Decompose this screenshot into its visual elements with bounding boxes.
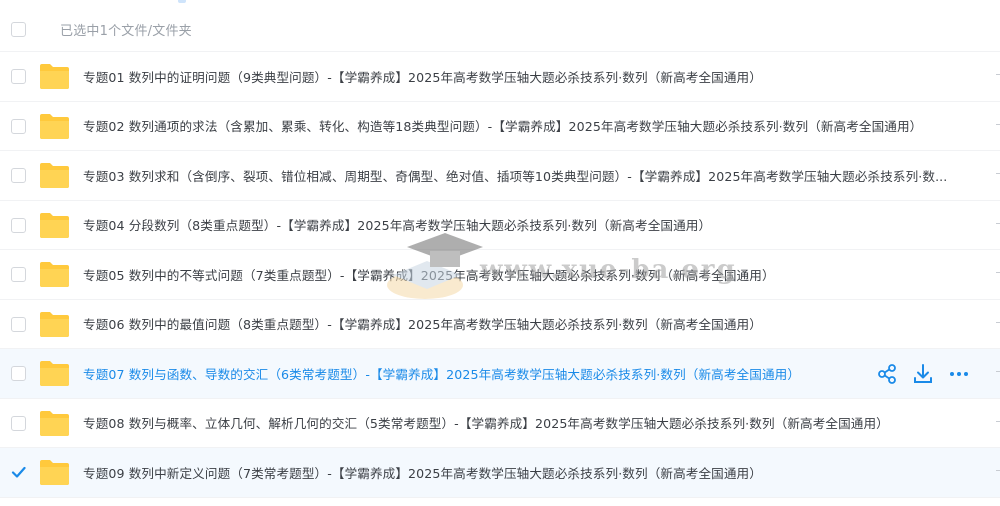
row-checkbox[interactable] (11, 316, 26, 332)
file-name[interactable]: 专题08 数列与概率、立体几何、解析几何的交汇（5类常考题型）-【学霸养成】20… (83, 413, 889, 432)
row-checkbox[interactable] (11, 366, 26, 381)
folder-icon (40, 212, 69, 238)
file-row[interactable]: 专题04 分段数列（8类重点题型）-【学霸养成】2025年高考数学压轴大题必杀技… (0, 201, 1000, 250)
file-row[interactable]: 专题07 数列与函数、导数的交汇（6类常考题型）-【学霸养成】2025年高考数学… (0, 349, 1000, 399)
file-row[interactable]: 专题06 数列中的最值问题（8类重点题型）-【学霸养成】2025年高考数学压轴大… (0, 300, 1000, 349)
file-name[interactable]: 专题03 数列求和（含倒序、裂项、错位相减、周期型、奇偶型、绝对值、插项等10类… (83, 166, 947, 185)
scrollbar-tick (996, 74, 1000, 75)
download-icon[interactable] (912, 363, 934, 385)
row-checkbox[interactable] (11, 168, 26, 183)
file-row[interactable]: 专题09 数列中新定义问题（7类常考题型）-【学霸养成】2025年高考数学压轴大… (0, 448, 1000, 498)
row-checkbox-checked[interactable] (11, 465, 26, 480)
folder-icon (40, 460, 69, 485)
more-icon[interactable] (948, 363, 970, 385)
file-name[interactable]: 专题04 分段数列（8类重点题型）-【学霸养成】2025年高考数学压轴大题必杀技… (83, 215, 711, 234)
scrollbar-tick (996, 123, 1000, 125)
selection-count-label: 已选中1个文件/文件夹 (60, 23, 192, 39)
file-name[interactable]: 专题09 数列中新定义问题（7类常考题型）-【学霸养成】2025年高考数学压轴大… (83, 463, 762, 482)
scrollbar-tick (996, 371, 1000, 372)
scrollbar-tick (996, 272, 1000, 273)
row-checkbox[interactable] (11, 217, 26, 233)
row-checkbox[interactable] (11, 415, 26, 431)
folder-icon (40, 262, 69, 287)
scrollbar-tick (996, 222, 1000, 224)
select-all-checkbox[interactable] (11, 22, 26, 37)
scrollbar-tick (996, 470, 1000, 471)
list-header: 已选中1个文件/文件夹 (0, 7, 1000, 52)
row-checkbox[interactable] (11, 118, 26, 134)
folder-icon (40, 163, 69, 188)
file-row[interactable]: 专题02 数列通项的求法（含累加、累乘、转化、构造等18类典型问题）-【学霸养成… (0, 102, 1000, 151)
file-name[interactable]: 专题06 数列中的最值问题（8类重点题型）-【学霸养成】2025年高考数学压轴大… (83, 314, 762, 333)
row-checkbox[interactable] (11, 267, 26, 282)
scrollbar-tick (996, 173, 1000, 174)
file-row[interactable]: 专题01 数列中的证明问题（9类典型问题）-【学霸养成】2025年高考数学压轴大… (0, 52, 1000, 102)
watermark-text: www.xue-ba.org (480, 255, 737, 285)
file-row[interactable]: 专题03 数列求和（含倒序、裂项、错位相减、周期型、奇偶型、绝对值、插项等10类… (0, 151, 1000, 201)
folder-icon (40, 64, 69, 89)
file-name[interactable]: 专题07 数列与函数、导数的交汇（6类常考题型）-【学霸养成】2025年高考数学… (83, 364, 800, 383)
top-strip (0, 0, 1000, 7)
scrollbar[interactable] (996, 20, 1000, 500)
scrollbar-tick (996, 420, 1000, 422)
scrollbar-tick (996, 321, 1000, 323)
folder-icon (40, 410, 69, 436)
folder-icon (40, 311, 69, 337)
row-actions (876, 363, 970, 385)
folder-icon (40, 113, 69, 139)
folder-icon (40, 361, 69, 386)
tab-indicator (178, 0, 186, 3)
file-name[interactable]: 专题02 数列通项的求法（含累加、累乘、转化、构造等18类典型问题）-【学霸养成… (83, 116, 922, 135)
row-checkbox[interactable] (11, 69, 26, 84)
file-name[interactable]: 专题01 数列中的证明问题（9类典型问题）-【学霸养成】2025年高考数学压轴大… (83, 67, 762, 86)
share-icon[interactable] (876, 363, 898, 385)
file-row[interactable]: 专题08 数列与概率、立体几何、解析几何的交汇（5类常考题型）-【学霸养成】20… (0, 399, 1000, 448)
